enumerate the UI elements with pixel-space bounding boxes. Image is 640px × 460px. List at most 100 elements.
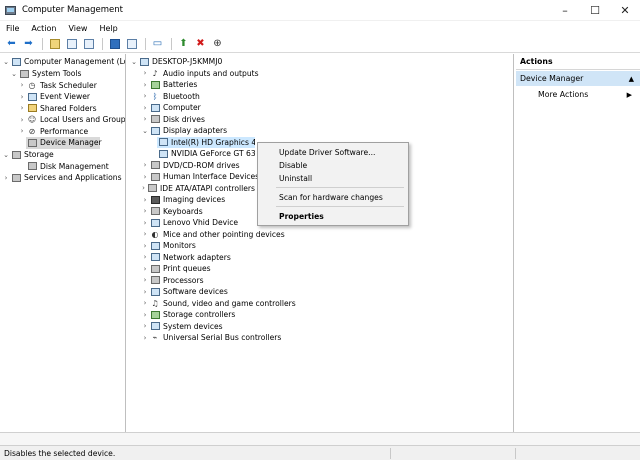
- tree-item-task-scheduler[interactable]: › ◷ Task Scheduler: [18, 80, 97, 92]
- device-root[interactable]: ⌄ DESKTOP-J5KMMJ0: [130, 56, 222, 68]
- tree-item-storage[interactable]: ⌄ Storage: [2, 149, 54, 161]
- menu-file[interactable]: File: [6, 24, 19, 33]
- tree-item-event-viewer[interactable]: › Event Viewer: [18, 91, 90, 103]
- forward-arrow-icon[interactable]: ➡: [21, 37, 36, 51]
- device-category[interactable]: › Processors: [141, 275, 204, 287]
- monitor-icon[interactable]: ▭: [150, 37, 165, 51]
- expand-icon[interactable]: ›: [141, 184, 146, 192]
- collapse-icon[interactable]: ⌄: [130, 58, 138, 66]
- device-category[interactable]: › Batteries: [141, 79, 198, 91]
- scan-icon[interactable]: ⊕: [210, 37, 225, 51]
- toolbar-separator: [145, 37, 146, 50]
- device-item-nvidia[interactable]: NVIDIA GeForce GT 630: [157, 148, 255, 160]
- actions-pane: Actions Device Manager ▲ More Actions ▶: [516, 54, 640, 445]
- device-category[interactable]: › Software devices: [141, 286, 228, 298]
- menu-view[interactable]: View: [68, 24, 87, 33]
- tree-item-services[interactable]: › Services and Applications: [2, 172, 122, 184]
- expand-icon[interactable]: ›: [141, 219, 149, 227]
- minimize-button[interactable]: –: [550, 0, 580, 21]
- collapse-icon[interactable]: ⌄: [2, 151, 10, 159]
- update-driver-menu-item[interactable]: Update Driver Software...: [258, 146, 408, 158]
- device-category[interactable]: › Print queues: [141, 263, 211, 275]
- expand-icon[interactable]: ›: [141, 230, 149, 238]
- expand-icon[interactable]: ›: [141, 311, 149, 319]
- expand-icon[interactable]: ›: [141, 81, 149, 89]
- device-category[interactable]: › Disk drives: [141, 114, 205, 126]
- device-category[interactable]: › Storage controllers: [141, 309, 236, 321]
- properties-menu-item[interactable]: Properties: [258, 210, 408, 222]
- tree-item-performance[interactable]: › ⊘ Performance: [18, 126, 89, 138]
- maximize-button[interactable]: ☐: [580, 0, 610, 21]
- device-category[interactable]: › Computer: [141, 102, 201, 114]
- tree-item-device-manager[interactable]: Device Manager: [26, 137, 102, 149]
- expand-icon[interactable]: ›: [141, 69, 149, 77]
- device-category[interactable]: ⌄ Display adapters: [141, 125, 227, 137]
- horizontal-scrollbar[interactable]: [0, 432, 640, 445]
- device-category[interactable]: › Network adapters: [141, 252, 231, 264]
- device-category[interactable]: › ᛒ Bluetooth: [141, 91, 200, 103]
- expand-icon[interactable]: ›: [141, 288, 149, 296]
- tree-item-local-users[interactable]: › ☺ Local Users and Groups: [18, 114, 125, 126]
- close-button[interactable]: ✕: [610, 0, 640, 21]
- console-tree-icon[interactable]: [64, 37, 79, 51]
- device-category[interactable]: › IDE ATA/ATAPI controllers: [141, 183, 255, 195]
- tree-item-label: Services and Applications: [24, 173, 122, 183]
- device-category[interactable]: › System devices: [141, 321, 223, 333]
- show-hide-icon[interactable]: [124, 37, 139, 51]
- expand-icon[interactable]: ›: [141, 104, 149, 112]
- expand-icon[interactable]: ›: [141, 276, 149, 284]
- expand-icon[interactable]: ›: [18, 116, 26, 124]
- expand-icon[interactable]: ›: [141, 334, 149, 342]
- tree-item-system-tools[interactable]: ⌄ System Tools: [10, 68, 81, 80]
- help-icon[interactable]: [107, 37, 122, 51]
- device-category[interactable]: › ⌁ Universal Serial Bus controllers: [141, 332, 282, 344]
- expand-icon[interactable]: ›: [141, 196, 149, 204]
- expand-icon[interactable]: ›: [141, 322, 149, 330]
- properties-icon[interactable]: [81, 37, 96, 51]
- expand-icon[interactable]: ›: [141, 242, 149, 250]
- device-category[interactable]: › Human Interface Devices: [141, 171, 260, 183]
- expand-icon[interactable]: ›: [18, 93, 26, 101]
- expand-icon[interactable]: ›: [2, 174, 10, 182]
- mouse-icon: ◐: [151, 229, 159, 239]
- collapse-icon[interactable]: ⌄: [141, 127, 149, 135]
- device-item-intel-hd[interactable]: Intel(R) HD Graphics 4000: [157, 136, 255, 148]
- disable-menu-item[interactable]: Disable: [258, 159, 408, 171]
- device-category[interactable]: › Keyboards: [141, 206, 203, 218]
- uninstall-icon[interactable]: ✖: [193, 37, 208, 51]
- update-driver-icon[interactable]: ⬆: [176, 37, 191, 51]
- folder-up-icon[interactable]: [47, 37, 62, 51]
- scan-hardware-menu-item[interactable]: Scan for hardware changes: [258, 191, 408, 203]
- menu-action[interactable]: Action: [31, 24, 56, 33]
- device-category[interactable]: › ♫ Sound, video and game controllers: [141, 298, 296, 310]
- back-arrow-icon[interactable]: ⬅: [4, 37, 19, 51]
- expand-icon[interactable]: ›: [141, 207, 149, 215]
- collapse-icon[interactable]: ⌄: [2, 58, 10, 66]
- collapse-up-icon[interactable]: ▲: [629, 75, 634, 83]
- actions-section-device-manager[interactable]: Device Manager ▲: [516, 71, 640, 86]
- device-category[interactable]: › ♪ Audio inputs and outputs: [141, 68, 259, 80]
- expand-icon[interactable]: ›: [18, 104, 26, 112]
- display-adapter-icon: [158, 149, 168, 158]
- expand-icon[interactable]: ›: [141, 173, 149, 181]
- device-category[interactable]: › ◐ Mice and other pointing devices: [141, 229, 285, 241]
- device-category[interactable]: › Lenovo Vhid Device: [141, 217, 239, 229]
- expand-icon[interactable]: ›: [141, 161, 149, 169]
- expand-icon[interactable]: ›: [141, 253, 149, 261]
- expand-icon[interactable]: ›: [18, 81, 26, 89]
- expand-icon[interactable]: ›: [141, 115, 149, 123]
- device-category[interactable]: › Monitors: [141, 240, 196, 252]
- expand-icon[interactable]: ›: [18, 127, 26, 135]
- tree-item-shared-folders[interactable]: › Shared Folders: [18, 103, 97, 115]
- device-category[interactable]: › Imaging devices: [141, 194, 226, 206]
- uninstall-menu-item[interactable]: Uninstall: [258, 172, 408, 184]
- expand-icon[interactable]: ›: [141, 299, 149, 307]
- expand-icon[interactable]: ›: [141, 92, 149, 100]
- device-category[interactable]: › DVD/CD-ROM drives: [141, 160, 240, 172]
- tree-item-disk-management[interactable]: Disk Management: [26, 161, 109, 173]
- more-actions[interactable]: More Actions ▶: [516, 88, 640, 101]
- tree-root[interactable]: ⌄ Computer Management (Local: [2, 56, 125, 68]
- menu-help[interactable]: Help: [99, 24, 117, 33]
- collapse-icon[interactable]: ⌄: [10, 70, 18, 78]
- expand-icon[interactable]: ›: [141, 265, 149, 273]
